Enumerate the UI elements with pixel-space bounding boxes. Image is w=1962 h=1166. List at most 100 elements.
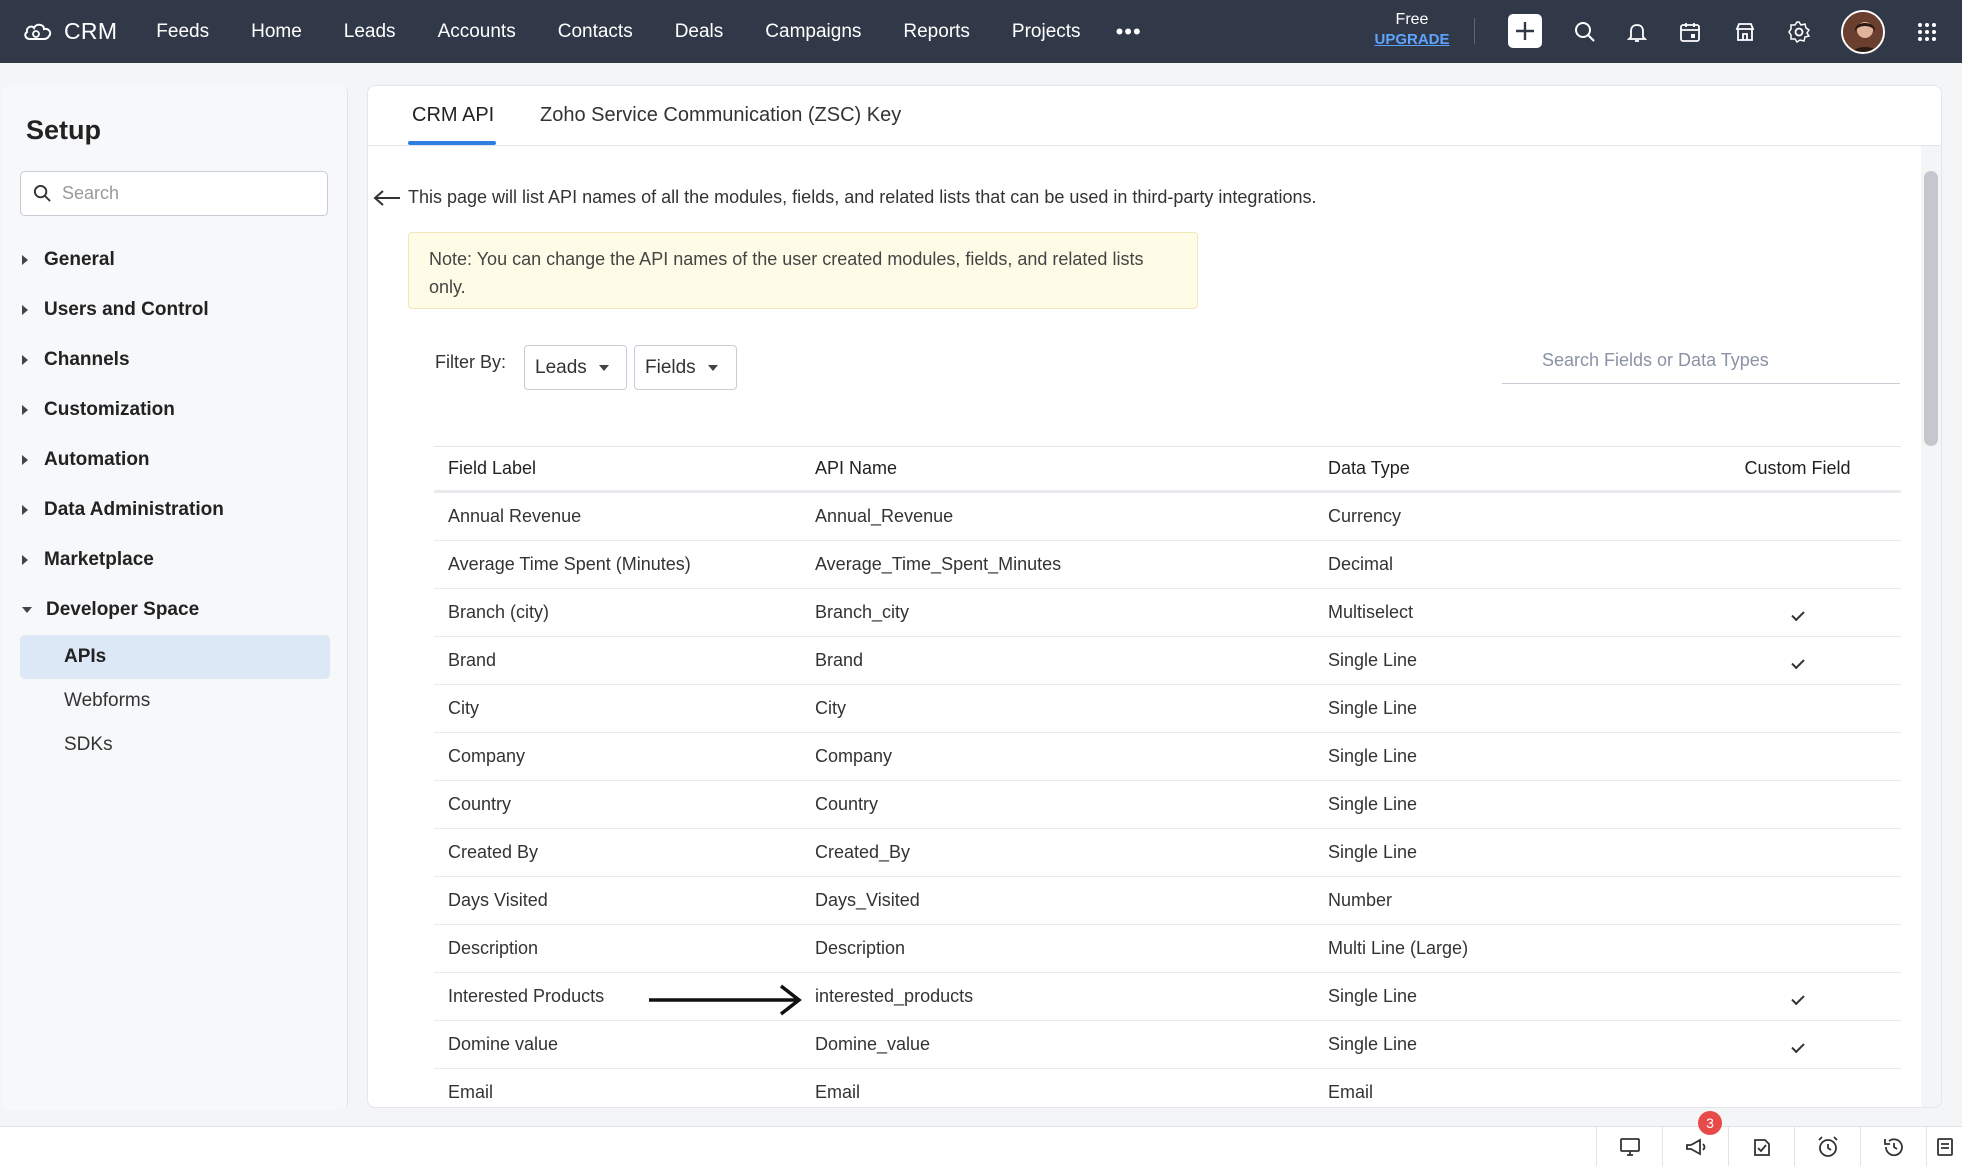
field-search-box[interactable] (1502, 338, 1900, 384)
marketplace-button[interactable] (1730, 17, 1760, 47)
menu-users-and-control[interactable]: Users and Control (2, 285, 348, 335)
announcement-icon (1685, 1138, 1705, 1156)
api-name-cell: Brand (815, 650, 864, 670)
api-name-cell: Annual_Revenue (815, 506, 954, 526)
nav-home[interactable]: Home (230, 21, 323, 43)
search-button[interactable] (1570, 17, 1600, 47)
api-name-cell: Average_Time_Spent_Minutes (815, 554, 1062, 574)
data-type-cell: Single Line (1328, 1034, 1418, 1054)
menu-marketplace[interactable]: Marketplace (2, 535, 348, 585)
calendar-button[interactable] (1675, 17, 1705, 47)
nav-leads[interactable]: Leads (323, 21, 417, 43)
caret-right-icon (22, 505, 28, 515)
table-row[interactable]: Created By Created_By Single Line (434, 829, 1901, 877)
scrollbar-thumb[interactable] (1924, 171, 1938, 446)
apps-menu-button[interactable] (1912, 17, 1942, 47)
nav-deals[interactable]: Deals (654, 21, 745, 43)
user-avatar[interactable] (1841, 10, 1885, 54)
menu-label: General (44, 249, 115, 270)
menu-general[interactable]: General (2, 235, 348, 285)
setup-search-box[interactable] (20, 171, 328, 216)
alarm-icon (1817, 1136, 1838, 1157)
screen-share-button[interactable] (1596, 1127, 1662, 1166)
table-row[interactable]: Days Visited Days_Visited Number (434, 877, 1901, 925)
table-row[interactable]: Brand Brand Single Line (434, 637, 1901, 685)
nav-projects[interactable]: Projects (991, 21, 1102, 43)
plan-name: Free (1395, 11, 1429, 28)
checkmark-icon (1791, 1039, 1805, 1054)
reminders-button[interactable] (1794, 1127, 1860, 1166)
table-row[interactable]: City City Single Line (434, 685, 1901, 733)
setup-search-input[interactable] (62, 183, 302, 204)
plan-info: Free UPGRADE (1372, 10, 1452, 50)
table-row[interactable]: Annual Revenue Annual_Revenue Currency (434, 493, 1901, 541)
menu-channels[interactable]: Channels (2, 335, 348, 385)
divider (1474, 18, 1475, 44)
nav-accounts[interactable]: Accounts (417, 21, 537, 43)
tasks-button[interactable] (1728, 1127, 1794, 1166)
brand-name: CRM (64, 18, 118, 44)
table-row[interactable]: Average Time Spent (Minutes) Average_Time… (434, 541, 1901, 589)
search-icon (1575, 22, 1595, 42)
notifications-button[interactable] (1622, 17, 1652, 47)
menu-automation[interactable]: Automation (2, 435, 348, 485)
menu-label: Developer Space (46, 599, 200, 620)
menu-customization[interactable]: Customization (2, 385, 348, 435)
recent-items-button[interactable] (1860, 1127, 1926, 1166)
menu-label: Data Administration (44, 499, 224, 520)
menu-developer-space[interactable]: Developer Space (2, 585, 348, 635)
nav-feeds[interactable]: Feeds (135, 21, 230, 43)
nav-campaigns[interactable]: Campaigns (744, 21, 882, 43)
menu-label: Users and Control (44, 299, 209, 320)
api-tabs: CRM API Zoho Service Communication (ZSC)… (368, 86, 1941, 146)
table-row[interactable]: Country Country Single Line (434, 781, 1901, 829)
custom-field-cell (1680, 602, 1901, 623)
submenu-webforms[interactable]: Webforms (2, 679, 348, 723)
column-header-api-name[interactable]: API Name (801, 458, 1314, 479)
api-name-cell: Branch_city (815, 602, 910, 622)
field-label-cell: Domine value (448, 1034, 559, 1054)
more-modules-button[interactable]: ••• (1102, 19, 1156, 45)
column-header-custom-field[interactable]: Custom Field (1680, 458, 1901, 479)
notes-button[interactable] (1926, 1127, 1962, 1166)
announcements-button[interactable] (1662, 1127, 1728, 1166)
module-filter-dropdown[interactable]: Leads (524, 345, 627, 390)
chevron-down-icon (598, 364, 609, 371)
table-row[interactable]: Company Company Single Line (434, 733, 1901, 781)
caret-right-icon (22, 555, 28, 565)
api-name-cell: Description (815, 938, 906, 958)
upgrade-link[interactable]: UPGRADE (1372, 30, 1452, 50)
top-navigation-bar: CRM Feeds Home Leads Accounts Contacts D… (0, 0, 1962, 63)
table-row[interactable]: Domine value Domine_value Single Line (434, 1021, 1901, 1069)
search-icon (33, 184, 51, 202)
submenu-apis[interactable]: APIs (20, 635, 330, 679)
task-icon (1753, 1139, 1770, 1156)
api-name-cell: Domine_value (815, 1034, 931, 1054)
table-row[interactable]: Description Description Multi Line (Large) (434, 925, 1901, 973)
crm-logo[interactable]: CRM (22, 18, 117, 45)
tab-crm-api[interactable]: CRM API (412, 104, 494, 127)
table-row[interactable]: Branch (city) Branch_city Multiselect (434, 589, 1901, 637)
submenu-sdks[interactable]: SDKs (2, 723, 348, 767)
settings-button[interactable] (1784, 17, 1814, 47)
tab-zsc-key[interactable]: Zoho Service Communication (ZSC) Key (540, 104, 901, 127)
api-name-cell: Created_By (815, 842, 911, 862)
back-arrow-icon[interactable] (372, 188, 402, 208)
caret-right-icon (22, 305, 28, 315)
api-name-cell: Email (815, 1082, 861, 1102)
type-filter-value: Fields (645, 356, 696, 378)
nav-contacts[interactable]: Contacts (537, 21, 654, 43)
create-new-button[interactable] (1508, 14, 1542, 48)
table-header: Field Label API Name Data Type Custom Fi… (434, 447, 1901, 493)
field-search-input[interactable] (1502, 338, 1900, 383)
nav-reports[interactable]: Reports (882, 21, 991, 43)
api-name-cell: City (815, 698, 846, 718)
column-header-field-label[interactable]: Field Label (434, 458, 801, 479)
table-row[interactable]: Email Email Email (434, 1069, 1901, 1107)
column-header-data-type[interactable]: Data Type (1314, 458, 1680, 479)
type-filter-dropdown[interactable]: Fields (634, 345, 737, 390)
data-type-cell: Email (1328, 1082, 1374, 1102)
data-type-cell: Single Line (1328, 986, 1418, 1006)
data-type-cell: Currency (1328, 506, 1402, 526)
menu-data-administration[interactable]: Data Administration (2, 485, 348, 535)
